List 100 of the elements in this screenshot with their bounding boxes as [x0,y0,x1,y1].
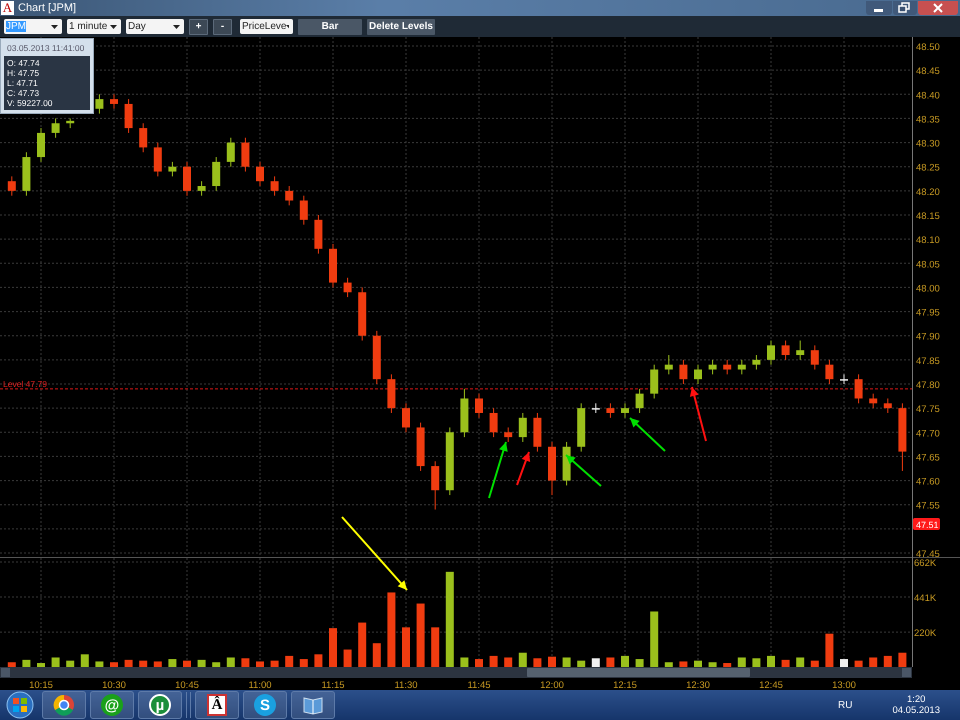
price-label: 47.95 [916,308,940,319]
volume-bar [869,657,878,667]
clock-time: 1:20 [906,694,926,705]
price-label: 47.85 [916,356,940,367]
candlestick [548,442,556,496]
taskbar-app[interactable] [291,691,335,719]
dropdown[interactable]: Day [126,19,184,34]
price-label: 48.05 [916,259,940,270]
toolbar-button[interactable]: Delete Levels [367,18,435,34]
volume-bar [606,657,614,667]
price-label: 47.55 [916,500,940,512]
toolbar-button[interactable]: + [189,18,208,34]
candlestick [679,360,688,384]
toolbar-button[interactable]: Bar [298,18,362,34]
volume-bar [52,657,60,667]
candlestick [329,244,337,288]
time-label: 10:30 [102,680,126,690]
taskbar-app[interactable]: Â [195,691,239,719]
price-label: 47.75 [916,404,940,416]
volume-bar [621,656,629,667]
volume-bar [738,657,746,667]
candlestick [504,427,512,442]
volume-label: 441K [914,593,936,604]
candlestick [884,398,892,413]
price-label: 48.35 [916,114,940,126]
price-label: 48.15 [916,211,940,222]
candlestick [270,176,279,196]
price-label: 48.20 [916,186,940,198]
price-label: 47.65 [916,452,940,464]
candlestick [124,99,133,133]
language-indicator[interactable]: RU [838,700,852,710]
scrollbar-thumb[interactable] [527,668,750,677]
time-label: 12:30 [686,680,710,690]
window-title: Chart [JPM] [18,2,76,14]
time-label: 11:45 [467,680,491,690]
volume-bar [198,660,206,667]
volume-bar [460,657,468,667]
volume-bar [884,656,892,667]
taskbar-app[interactable] [42,691,86,719]
close-icon[interactable] [918,1,958,15]
price-label: 48.00 [916,283,940,294]
dropdown[interactable]: PriceLeve [240,19,293,34]
candlestick [898,403,906,471]
volume-bar [752,658,760,667]
candlestick [37,128,45,162]
restore-icon[interactable] [893,1,917,15]
candlestick [8,176,16,196]
candlestick [533,412,542,452]
level-label: Level 47.79 [3,378,47,389]
candlestick [854,374,863,404]
volume-bar [562,657,571,667]
caret-icon [51,24,58,28]
candlestick [562,442,571,486]
time-label: 11:15 [321,680,345,690]
candlestick [738,360,746,374]
candlestick [402,403,410,432]
candlestick [782,340,790,360]
candlestick [387,374,396,413]
candlestick [490,408,498,438]
caret-icon [110,24,117,28]
browser-icon [53,694,75,716]
volume-bar [490,656,498,667]
volume-bar [22,660,30,667]
volume-bar [139,660,148,667]
candlestick [95,94,104,114]
volume-bar [475,659,483,667]
app-icon: A [1,1,14,15]
toolbar-button[interactable]: - [213,18,232,34]
volume-bar [300,659,308,667]
candlestick [460,388,468,438]
volume-bar [124,660,133,667]
volume-bar [898,652,906,667]
volume-bar [154,661,162,667]
candlestick [198,181,206,196]
price-label: 48.45 [916,66,940,78]
taskbar-app[interactable]: µ [138,691,182,719]
candlestick [694,364,702,384]
volume-bar [372,643,381,667]
minimize-icon[interactable] [866,1,892,15]
candlestick [592,403,600,413]
candlestick [475,394,483,418]
candlestick [708,360,717,374]
candlestick [22,152,30,196]
volume-label: 662K [914,558,936,569]
volume-bar [8,662,16,667]
tooltip-datetime: 03.05.2013 11:41:00 [7,43,86,53]
candlestick [52,118,60,138]
price-label: 47.90 [916,332,940,343]
dropdown[interactable]: 1 minute [67,19,121,34]
volume-bar [226,657,235,667]
clock-date: 04.05.2013 [892,705,940,716]
volume-bar [577,660,586,667]
volume-bar [694,660,702,667]
price-label: 48.25 [916,162,940,174]
caret-icon [286,24,289,28]
volume-bar [518,652,527,667]
volume-bar [796,657,804,667]
candlestick [212,157,220,191]
price-label: 48.50 [916,42,940,53]
candlestick [840,374,848,384]
